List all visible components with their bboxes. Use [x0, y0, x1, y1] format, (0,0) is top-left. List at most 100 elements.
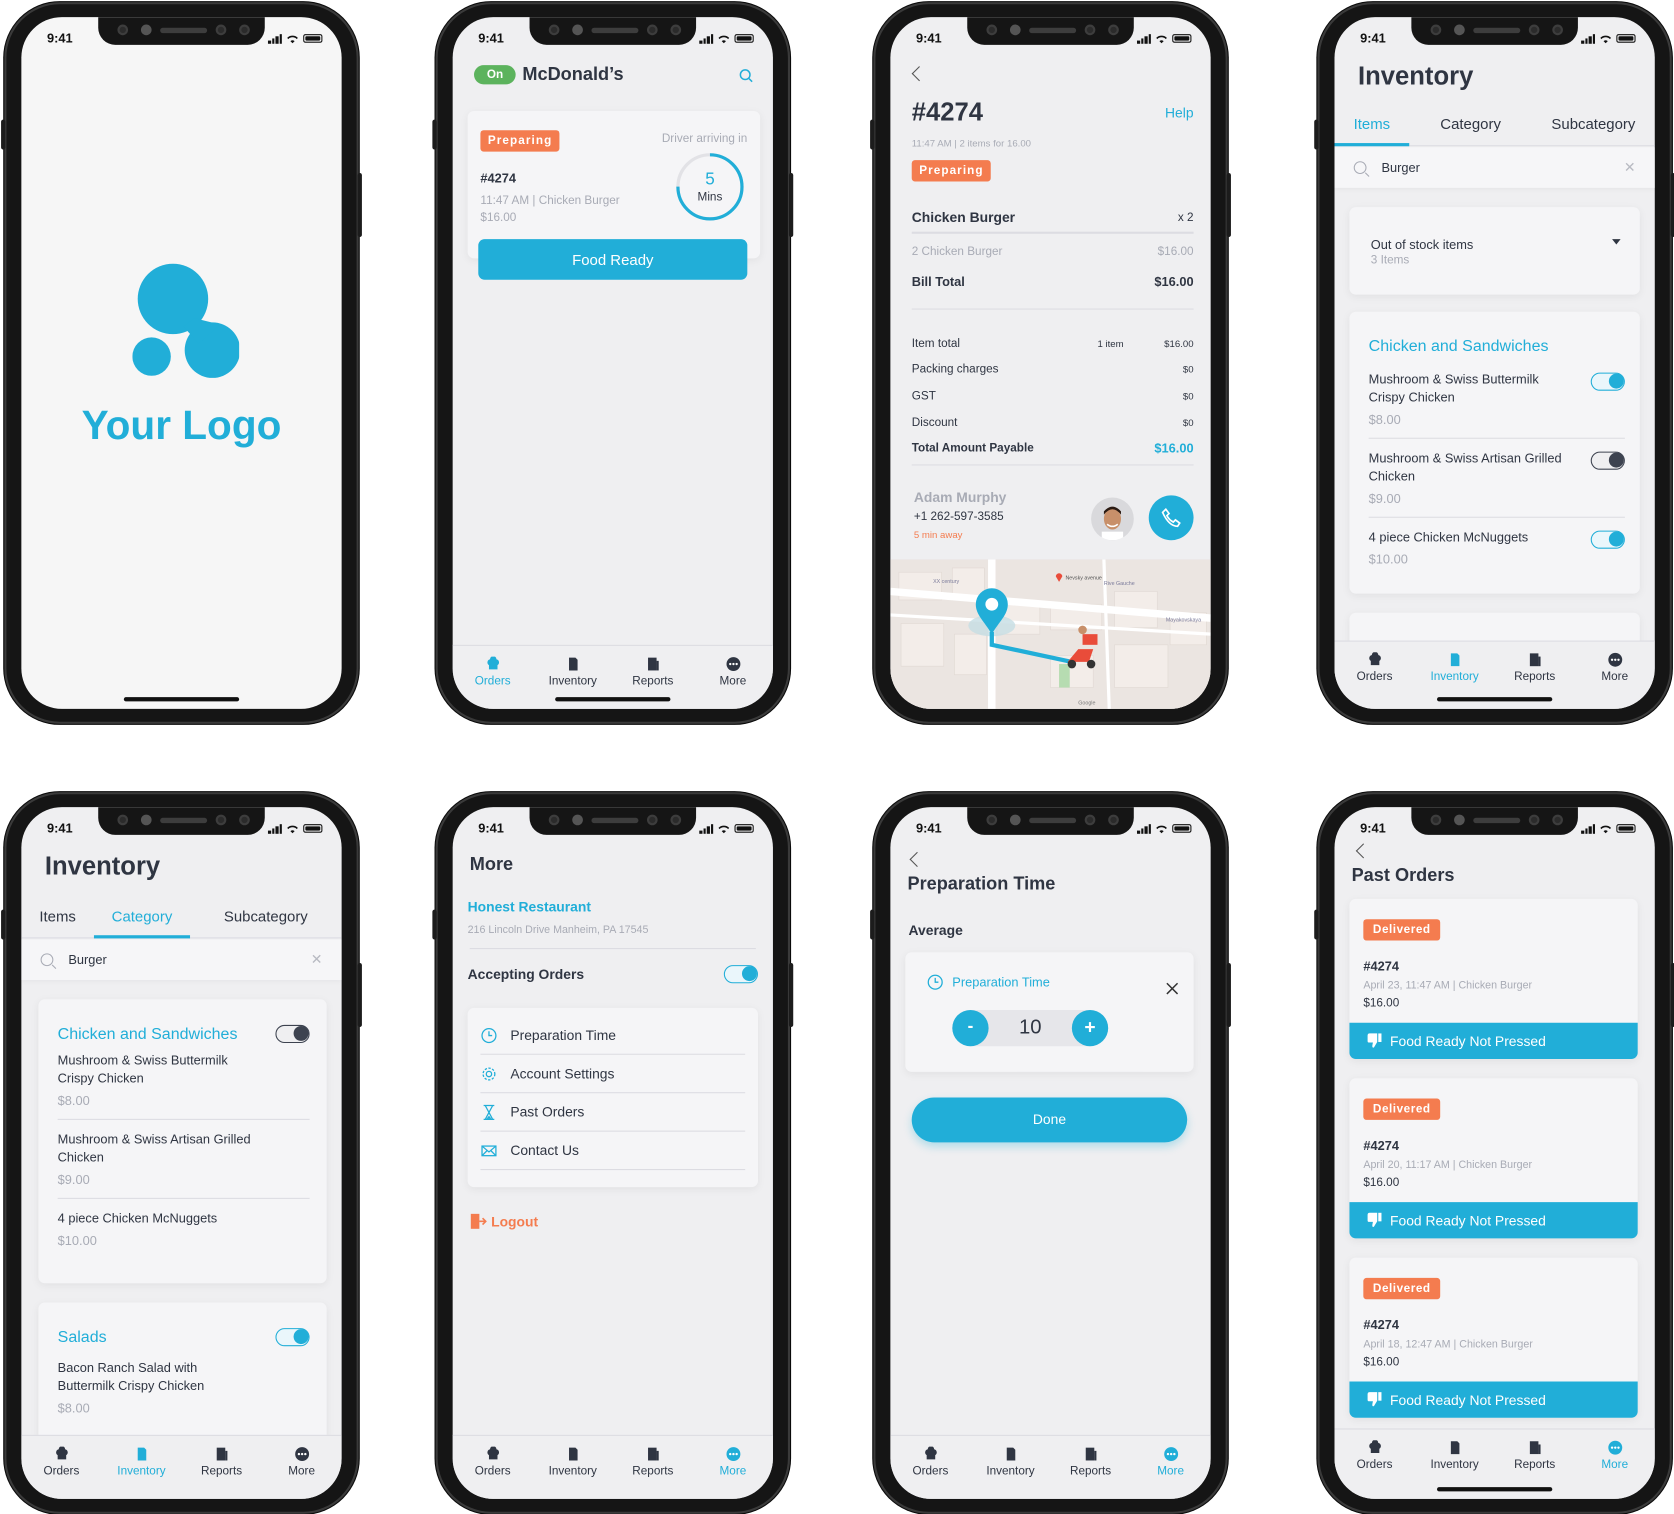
delivery-map[interactable]: Rive Gauche XX century Nevsky avenue May… — [890, 559, 1211, 709]
help-link[interactable]: Help — [1165, 105, 1194, 121]
tab-orders[interactable]: Orders — [1337, 1440, 1412, 1499]
order-id: #4274 — [1363, 1138, 1399, 1154]
clear-search-icon[interactable]: ✕ — [1624, 159, 1636, 176]
online-toggle-badge[interactable]: On — [474, 65, 516, 85]
signal-icon — [1581, 823, 1595, 834]
total-payable-row: Total Amount Payable $16.00 — [911, 436, 1194, 466]
inventory-icon — [1006, 1447, 1015, 1461]
call-driver-button[interactable] — [1148, 495, 1194, 541]
wifi-icon — [287, 35, 298, 43]
search-icon[interactable] — [739, 68, 754, 83]
past-order-card[interactable]: Delivered #4274 April 20, 11:17 AM | Chi… — [1349, 1078, 1638, 1239]
item-availability-toggle[interactable] — [1590, 372, 1625, 391]
tab-more[interactable]: More — [696, 1447, 771, 1499]
active-order-card[interactable]: Preparing Driver arriving in #4274 11:47… — [467, 111, 761, 259]
restaurant-name: Honest Restaurant — [467, 898, 591, 915]
category-toggle[interactable] — [275, 1328, 310, 1347]
thumbs-down-icon — [1367, 1212, 1382, 1227]
done-button[interactable]: Done — [911, 1097, 1188, 1143]
category-toggle[interactable] — [275, 1024, 310, 1044]
status-time: 9:41 — [478, 820, 504, 836]
tab-more[interactable]: More — [264, 1447, 339, 1499]
tab-more[interactable]: More — [1577, 1440, 1652, 1499]
status-time: 9:41 — [916, 820, 942, 836]
back-icon[interactable] — [909, 851, 925, 867]
back-icon[interactable] — [1355, 843, 1371, 859]
page-title: Preparation Time — [907, 873, 1056, 894]
tab-orders[interactable]: Orders — [893, 1446, 968, 1499]
order-id: #4274 — [1363, 1317, 1399, 1333]
home-indicator — [1436, 1487, 1553, 1492]
search-input[interactable]: Burger ✕ — [21, 939, 342, 981]
accepting-orders-toggle[interactable] — [723, 965, 758, 984]
tab-orders[interactable]: Orders — [455, 656, 530, 709]
tab-category[interactable]: Category — [1409, 105, 1532, 146]
home-indicator — [1436, 697, 1553, 702]
tab-reports[interactable]: Reports — [615, 1447, 690, 1499]
item-subline: 2 Chicken Burger — [911, 245, 1003, 259]
inventory-icon — [137, 1447, 146, 1461]
out-of-stock-dropdown[interactable]: Out of stock items 3 Items — [1349, 207, 1640, 295]
past-order-card[interactable]: Delivered #4274 April 18, 12:47 AM | Chi… — [1349, 1257, 1638, 1418]
decrement-button[interactable]: - — [952, 1009, 989, 1047]
breakdown-row: Discount $0 — [911, 415, 1194, 429]
item-subline-price: $16.00 — [1157, 245, 1194, 259]
logout-button[interactable]: Logout — [470, 1213, 538, 1230]
time-stepper: - 10 + — [952, 1009, 1109, 1047]
category-card: Chicken and Sandwiches Mushroom & Swiss … — [38, 999, 327, 1284]
battery-icon — [1616, 824, 1636, 833]
phone-icon — [1161, 507, 1181, 528]
tab-subcategory[interactable]: Subcategory — [190, 897, 342, 938]
tab-more[interactable]: More — [1133, 1447, 1208, 1499]
food-ready-button[interactable]: Food Ready — [478, 239, 748, 280]
order-price: $16.00 — [1363, 1355, 1400, 1369]
clear-search-icon[interactable]: ✕ — [311, 951, 323, 968]
tab-items[interactable]: Items — [1334, 105, 1410, 147]
list-item: Mushroom & Swiss Artisan Grilled Chicken… — [57, 1120, 310, 1199]
search-input[interactable]: Burger ✕ — [1334, 147, 1655, 188]
menu-item-past-orders[interactable]: Past Orders — [480, 1093, 746, 1132]
category-title: Chicken and Sandwiches — [57, 1024, 238, 1044]
tab-reports[interactable]: Reports — [1053, 1447, 1128, 1499]
item-availability-toggle[interactable] — [1590, 530, 1625, 549]
item-availability-toggle[interactable] — [1590, 451, 1625, 470]
tab-inventory[interactable]: Inventory — [973, 1447, 1048, 1499]
signal-icon — [267, 823, 282, 834]
page-title: More — [469, 854, 514, 875]
list-item: Bacon Ranch Salad with Buttermilk Crispy… — [57, 1360, 205, 1416]
tab-category[interactable]: Category — [93, 897, 191, 939]
signal-icon — [267, 33, 282, 44]
tab-inventory[interactable]: Inventory — [535, 1447, 610, 1499]
menu-item-account-settings[interactable]: Account Settings — [480, 1055, 746, 1094]
status-time: 9:41 — [46, 30, 73, 46]
tab-inventory[interactable]: Inventory — [104, 1447, 179, 1499]
wifi-icon — [287, 825, 298, 833]
tab-reports[interactable]: Reports — [184, 1447, 259, 1499]
order-id: #4274 — [480, 170, 517, 186]
order-status-badge: Preparing — [480, 130, 560, 152]
driver-phone: +1 262-597-3585 — [913, 510, 1004, 524]
tab-orders[interactable]: Orders — [1337, 652, 1412, 709]
tab-more[interactable]: More — [1577, 652, 1652, 709]
tab-orders[interactable]: Orders — [24, 1446, 99, 1499]
bill-total-label: Bill Total — [911, 274, 965, 290]
clock-icon — [481, 1027, 497, 1043]
inventory-icon — [568, 1447, 578, 1461]
increment-button[interactable]: + — [1071, 1009, 1109, 1047]
status-bar: 9:41 — [478, 30, 754, 47]
menu-item-contact-us[interactable]: Contact Us — [480, 1132, 746, 1171]
phone-order-detail: 9:41 #4274 Help 11:47 AM | 2 items for 1… — [870, 2, 1231, 724]
more-icon — [725, 1447, 740, 1462]
eta-value: 5 — [705, 170, 715, 189]
back-icon[interactable] — [911, 66, 927, 82]
tab-items[interactable]: Items — [21, 897, 94, 938]
past-order-card[interactable]: Delivered #4274 April 23, 11:47 AM | Chi… — [1349, 898, 1638, 1060]
driver-name: Adam Murphy — [913, 488, 1007, 505]
status-bar: 9:41 — [478, 820, 754, 837]
tab-orders[interactable]: Orders — [455, 1446, 530, 1499]
order-status-badge: Preparing — [911, 160, 992, 182]
tab-more[interactable]: More — [696, 657, 771, 709]
tab-subcategory[interactable]: Subcategory — [1532, 105, 1655, 146]
menu-item-preparation-time[interactable]: Preparation Time — [480, 1016, 746, 1055]
close-icon[interactable] — [1166, 982, 1179, 995]
